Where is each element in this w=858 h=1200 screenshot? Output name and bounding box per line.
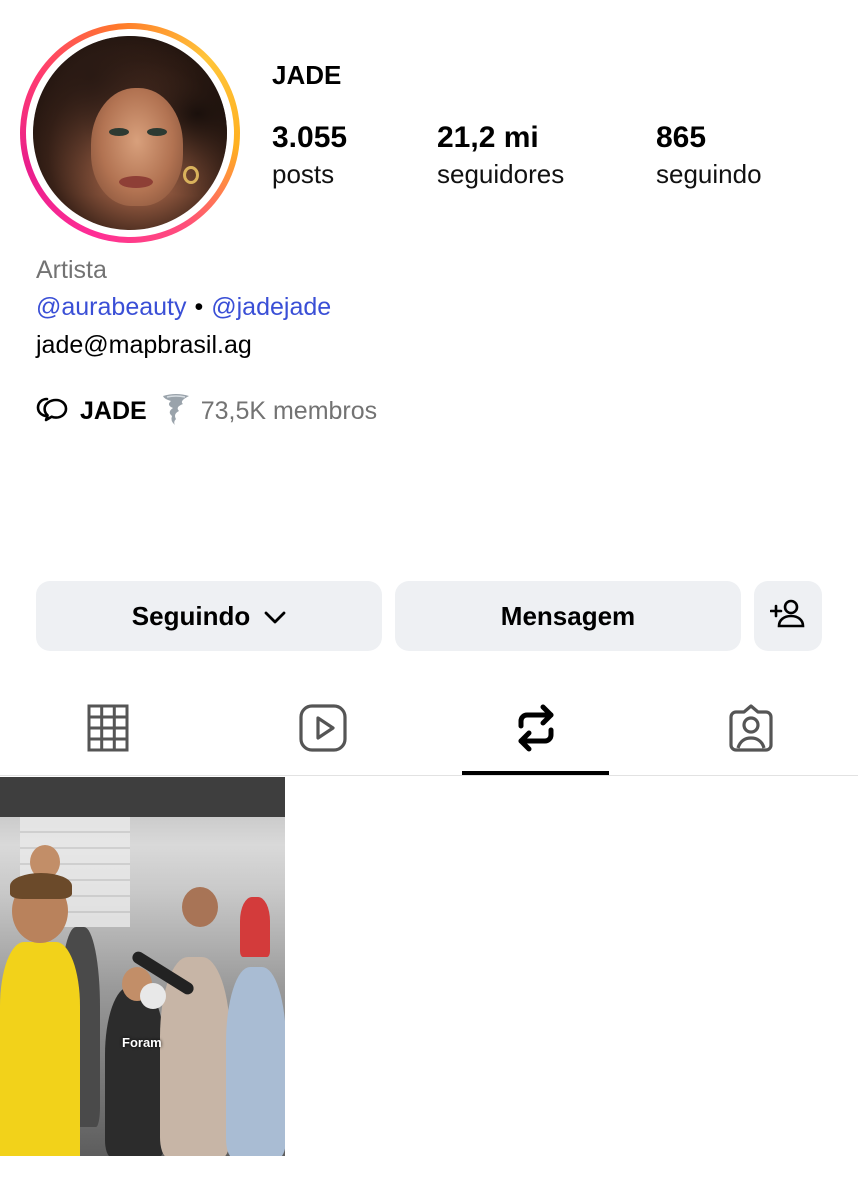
avatar-border [26, 29, 234, 237]
reposts-icon [513, 702, 559, 759]
thumb-yellow-shirt [0, 942, 80, 1156]
avatar-face [91, 88, 183, 206]
profile-category: Artista [36, 256, 107, 284]
grid-icon [87, 704, 129, 757]
thumb-mic-cube [140, 983, 166, 1009]
thumb-person [160, 957, 230, 1156]
link-separator: • [194, 293, 204, 321]
stat-following[interactable]: 865 seguindo [656, 118, 762, 190]
stat-label: seguidores [437, 159, 565, 189]
profile-username: JADE [272, 60, 342, 90]
message-label: Mensagem [500, 600, 636, 631]
avatar-eye [147, 128, 167, 136]
avatar-earring [183, 166, 199, 184]
tab-reels[interactable] [215, 686, 430, 774]
channel-members: 73,5K membros [200, 396, 378, 425]
tornado-icon [161, 392, 191, 431]
stat-posts[interactable]: 3.055 posts [272, 118, 347, 190]
chevron-down-icon [264, 601, 286, 632]
add-person-icon [769, 598, 806, 635]
tab-reposts[interactable] [428, 686, 643, 775]
channel-icon [36, 394, 70, 429]
message-button[interactable]: Mensagem [395, 581, 741, 651]
post-caption: Foram [122, 1035, 162, 1050]
tab-posts-grid[interactable] [0, 686, 215, 774]
channel-name: JADE [80, 396, 147, 425]
following-button[interactable]: Seguindo [36, 581, 382, 651]
stat-value: 865 [656, 121, 707, 154]
bio-links: @aurabeauty • @jadejade [36, 293, 331, 322]
following-label: Seguindo [131, 600, 251, 631]
stat-followers[interactable]: 21,2 mi seguidores [437, 118, 564, 190]
post-thumbnail[interactable]: Foram [0, 777, 285, 1156]
stat-value: 21,2 mi [437, 121, 539, 154]
bio-link-jadejade[interactable]: @jadejade [211, 293, 331, 321]
tagged-icon [726, 703, 776, 758]
profile-tabs [0, 686, 858, 776]
reels-icon [298, 703, 348, 758]
avatar-eye [109, 128, 129, 136]
thumb-ceiling [0, 777, 285, 817]
stat-value: 3.055 [272, 121, 348, 154]
thumb-hair [10, 873, 72, 899]
thumb-person [226, 967, 285, 1156]
stat-label: posts [272, 159, 335, 189]
thumb-person [105, 987, 165, 1156]
profile-avatar-ring[interactable] [20, 23, 240, 243]
stat-label: seguindo [656, 159, 762, 189]
bio-email[interactable]: jade@mapbrasil.ag [36, 331, 252, 360]
tab-tagged[interactable] [643, 686, 858, 774]
thumb-head [182, 887, 218, 927]
bio-link-aurabeauty[interactable]: @aurabeauty [36, 293, 186, 321]
avatar[interactable] [33, 36, 227, 230]
avatar-lips [119, 176, 153, 188]
suggested-people-button[interactable] [754, 581, 822, 651]
thumb-person [240, 897, 270, 957]
broadcast-channel[interactable]: JADE 73,5K membros [36, 392, 378, 431]
